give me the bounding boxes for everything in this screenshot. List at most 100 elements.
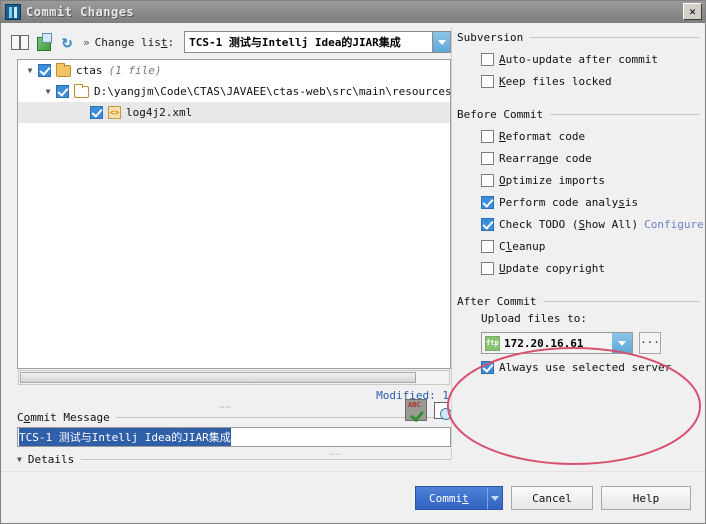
commit-message-title: Commit Message <box>17 411 110 424</box>
row-checkbox[interactable] <box>38 64 51 77</box>
commit-dropdown-icon[interactable] <box>487 487 502 509</box>
group-header-subversion: Subversion <box>457 29 699 45</box>
upload-files-label: Upload files to: <box>481 312 587 325</box>
table-row[interactable]: ▼ ctas (1 file) <box>18 60 450 81</box>
group-header-after-commit: After Commit <box>457 293 699 309</box>
dialog-content: ↻ » Change list: TCS-1 测试与Intellj Idea的J… <box>1 23 705 523</box>
option-label: Optimize imports <box>499 173 605 187</box>
row-checkbox[interactable] <box>56 85 69 98</box>
group-header-before-commit: Before Commit <box>457 106 699 122</box>
history-icon[interactable] <box>433 401 452 420</box>
details-section[interactable]: ▼ Details ⋯⋯ <box>17 450 451 466</box>
table-row[interactable]: <> log4j2.xml <box>18 102 450 123</box>
server-combo[interactable]: ftp 172.20.16.61 <box>481 332 633 354</box>
option-auto-update-after-commit[interactable]: Auto-update after commit <box>457 48 699 70</box>
commit-message-tools: ABC <box>405 399 452 421</box>
commit-message-header: Commit Message ABC <box>17 399 452 424</box>
changelist-value: TCS-1 测试与Intellj Idea的JIAR集成 <box>189 36 401 49</box>
checkbox[interactable] <box>481 239 494 253</box>
option-label: Auto-update after commit <box>499 52 658 66</box>
checkbox[interactable] <box>481 52 494 66</box>
option-label: Perform code analysis <box>499 195 639 209</box>
changes-tree[interactable]: ▼ ctas (1 file) ▼ D:\yangjm\Code\CTAS\JA… <box>17 59 451 369</box>
folder-icon <box>56 62 71 77</box>
scrollbar-thumb[interactable] <box>20 372 416 383</box>
divider <box>530 36 699 38</box>
checkbox[interactable] <box>481 360 494 374</box>
option-keep-files-locked[interactable]: Keep files locked <box>457 70 699 92</box>
option-label: Rearrange code <box>499 151 592 165</box>
changelist-combo[interactable]: TCS-1 测试与Intellj Idea的JIAR集成 <box>184 31 451 53</box>
option-label: Check TODO (Show All) <box>499 217 639 231</box>
divider <box>115 417 445 418</box>
divider <box>81 459 451 460</box>
divider <box>543 300 699 302</box>
divider <box>550 113 699 115</box>
chevron-down-icon[interactable] <box>432 32 450 52</box>
server-value: 172.20.16.61 <box>504 336 584 350</box>
option-optimize-imports[interactable]: Optimize imports <box>457 169 699 191</box>
option-label: Reformat code <box>499 129 586 143</box>
option-update-copyright[interactable]: Update copyright <box>457 257 699 279</box>
commit-message-input[interactable]: TCS-1 测试与Intellj Idea的JIAR集成 <box>17 427 451 447</box>
ftp-icon: ftp <box>485 335 500 351</box>
option-reformat-code[interactable]: Reformat code <box>457 125 699 147</box>
help-button[interactable]: Help <box>601 486 691 510</box>
checkbox[interactable] <box>481 195 494 209</box>
browse-servers-button[interactable]: ... <box>639 332 661 354</box>
spellcheck-icon[interactable]: ABC <box>405 399 427 421</box>
group-title: After Commit <box>457 294 537 308</box>
show-diff-icon[interactable] <box>9 32 29 52</box>
option-label: Update copyright <box>499 261 605 275</box>
refresh-icon[interactable]: ↻ <box>57 32 77 52</box>
checkbox[interactable] <box>481 151 494 165</box>
chevron-down-icon[interactable]: ▼ <box>17 455 22 464</box>
checkbox[interactable] <box>481 217 494 231</box>
commit-message-value: TCS-1 测试与Intellj Idea的JIAR集成 <box>19 428 231 446</box>
chevron-down-icon[interactable] <box>612 333 632 353</box>
chevron-down-icon[interactable]: ▼ <box>40 87 56 96</box>
window-title: Commit Changes <box>26 5 135 19</box>
changes-pane: ↻ » Change list: TCS-1 测试与Intellj Idea的J… <box>9 29 452 466</box>
option-rearrange-code[interactable]: Rearrange code <box>457 147 699 169</box>
revert-icon[interactable] <box>33 32 53 52</box>
dialog-button-bar: Commit Cancel Help <box>1 471 705 523</box>
option-cleanup[interactable]: Cleanup <box>457 235 699 257</box>
commit-button-label: Commit <box>429 491 469 505</box>
tree-item-label: ctas <box>76 64 103 77</box>
chevron-down-icon[interactable]: ▼ <box>22 66 38 75</box>
tree-item-count: (1 file) <box>108 64 162 77</box>
checkbox[interactable] <box>481 129 494 143</box>
row-checkbox[interactable] <box>90 106 103 119</box>
commit-changes-dialog: Commit Changes ✕ ↻ » Change list: TCS-1 … <box>0 0 706 524</box>
table-row[interactable]: ▼ D:\yangjm\Code\CTAS\JAVAEE\ctas-web\sr… <box>18 81 450 102</box>
toolbar-separator: » <box>83 35 90 49</box>
option-label: Cleanup <box>499 239 546 253</box>
folder-open-icon <box>74 83 89 98</box>
xml-file-icon: <> <box>108 106 121 119</box>
cancel-button[interactable]: Cancel <box>511 486 593 510</box>
checkbox[interactable] <box>481 173 494 187</box>
tree-horizontal-scrollbar[interactable] <box>18 370 450 385</box>
option-always-use-selected-server[interactable]: Always use selected server <box>457 356 699 378</box>
title-bar: Commit Changes ✕ <box>1 1 705 23</box>
configure-link[interactable]: Configure <box>644 218 704 231</box>
vertical-splitter[interactable] <box>451 27 452 459</box>
close-icon[interactable]: ✕ <box>683 3 702 20</box>
changelist-label: Change list: <box>94 35 175 49</box>
changes-toolbar: ↻ » Change list: TCS-1 测试与Intellj Idea的J… <box>9 29 451 55</box>
details-label: Details <box>27 453 75 466</box>
tree-item-label: log4j2.xml <box>126 106 193 119</box>
upload-server-row: ftp 172.20.16.61 ... <box>457 332 699 354</box>
checkbox[interactable] <box>481 261 494 275</box>
option-perform-code-analysis[interactable]: Perform code analysis <box>457 191 699 213</box>
option-check-todo[interactable]: Check TODO (Show All) Configure <box>457 213 704 235</box>
checkbox[interactable] <box>481 74 494 88</box>
group-title: Subversion <box>457 30 524 44</box>
options-pane: Subversion Auto-update after commit Keep… <box>457 29 704 459</box>
splitter-handle[interactable]: ⋯⋯ <box>329 450 342 460</box>
commit-button[interactable]: Commit <box>415 486 503 510</box>
option-label: Keep files locked <box>499 74 612 88</box>
